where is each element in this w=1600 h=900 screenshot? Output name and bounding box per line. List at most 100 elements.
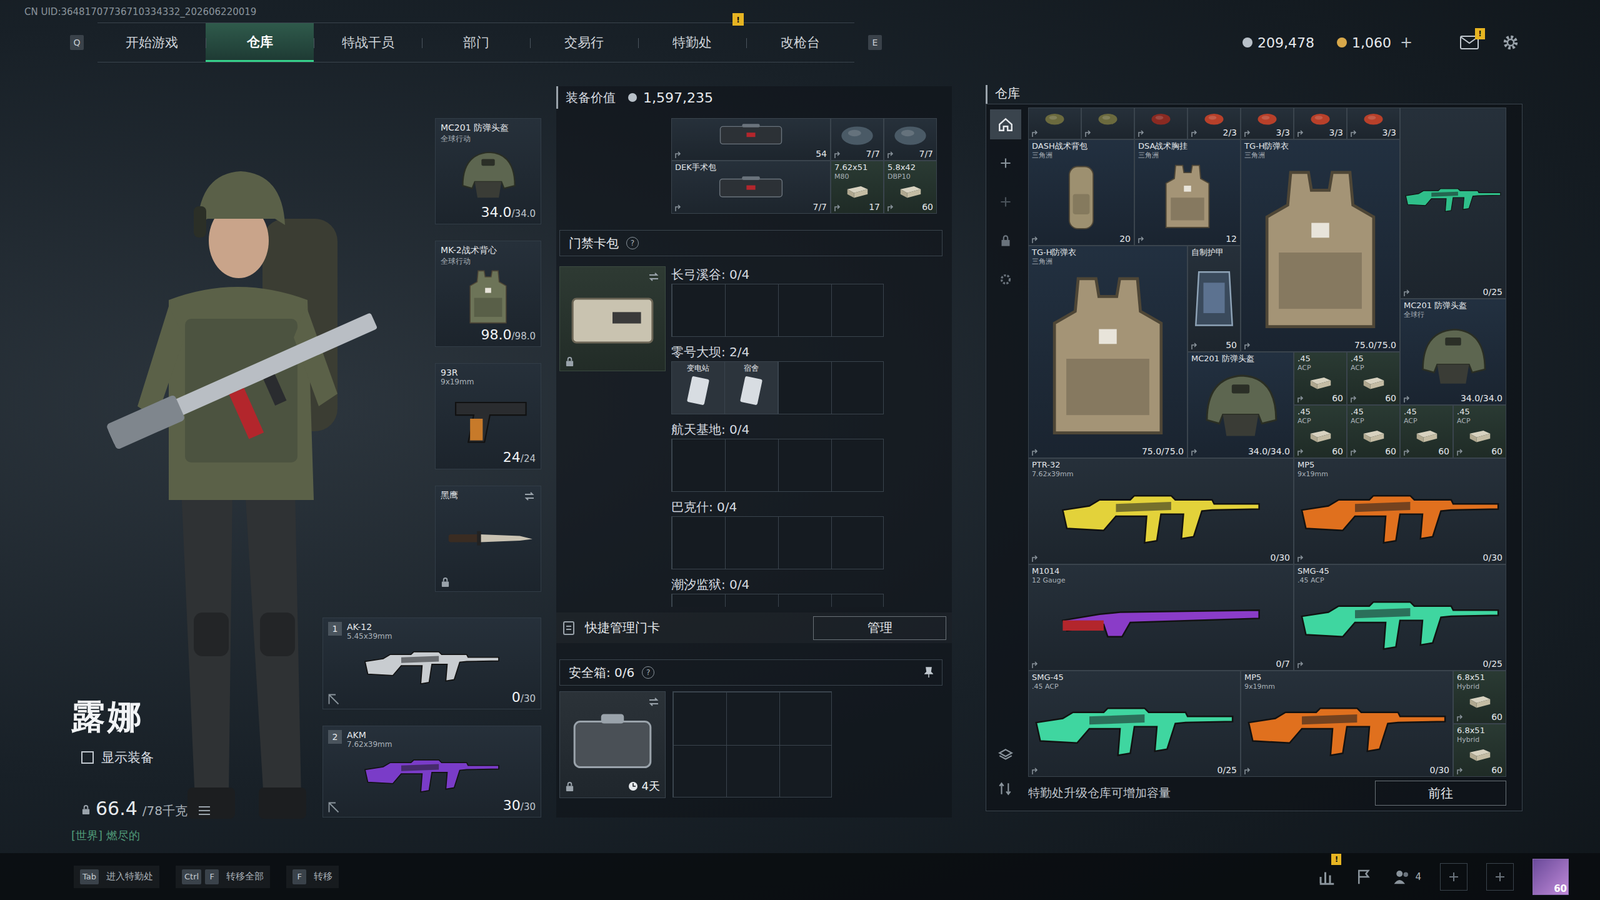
sort-icon[interactable] [997,780,1014,797]
manage-button[interactable]: 管理 [813,616,947,640]
warehouse-tab[interactable] [990,264,1022,295]
safebox[interactable]: 4天 [559,691,666,799]
hotkey[interactable]: CtrlF 转移全部 [175,865,270,889]
gear-slot[interactable]: MK-2战术背心 全球行动 98.0/98.0 [435,240,542,347]
inventory-item[interactable]: 7.62x51 M80 17 [830,160,884,214]
inventory-item[interactable]: DEK手术包 7/7 [671,160,831,214]
gear-icon[interactable] [1501,33,1520,52]
inventory-item[interactable]: MP5 9x19mm 0/30 [1293,458,1507,565]
inventory-item[interactable]: 7/7 [830,118,884,161]
upgrade-hint: 特勤处升级仓库可增加容量 [1028,785,1171,802]
friends-button[interactable]: 4 [1392,867,1422,887]
nav-tab[interactable]: 仓库 [205,23,314,62]
keycard-holder[interactable] [559,266,666,372]
inventory-item[interactable]: M1014 12 Gauge 0/7 [1028,564,1294,671]
inventory-item[interactable]: 5.8x42 DBP10 60 [883,160,937,214]
inventory-item[interactable]: SMG-45 .45 ACP 0/25 [1293,564,1507,671]
chart-icon [1317,867,1337,887]
inventory-item[interactable] [1134,107,1188,140]
warehouse-tab[interactable] [990,186,1022,217]
item-subtitle: ACP [1403,416,1450,425]
warehouse-tab[interactable] [990,148,1022,179]
nav-tab[interactable]: 部门 [421,23,530,62]
inventory-item[interactable]: .45 ACP 60 [1346,405,1400,459]
nav-tab[interactable]: 特战干员 [313,23,422,62]
nav-tab[interactable]: 改枪台 [746,23,855,62]
swap-icon[interactable] [647,695,660,709]
currency[interactable]: 1,060 + [1336,33,1413,52]
currency[interactable]: 209,478 [1242,35,1315,51]
warehouse-tab[interactable] [990,225,1022,256]
checkbox[interactable] [81,751,94,764]
show-gear-toggle[interactable]: 显示装备 [71,748,323,767]
top-bar: CN UID:36481707736710334332_202606220019… [0,0,1600,69]
inventory-item[interactable]: MC201 防弹头盔 全球行 34.0/34.0 [1400,298,1507,405]
inventory-item[interactable]: 6.8x51 Hybrid 60 [1453,670,1507,724]
plus-icon [1447,870,1460,884]
inventory-item[interactable]: .45 ACP 60 [1453,405,1507,459]
inventory-item[interactable]: PTR-32 7.62x39mm 0/30 [1028,458,1294,565]
warehouse-tab[interactable] [990,109,1022,140]
help-button[interactable]: ? [641,666,655,679]
inventory-item[interactable]: MC201 防弹头盔 34.0/34.0 [1187,351,1294,459]
mod-icon[interactable] [328,693,340,705]
inventory-item[interactable]: .45 ACP 60 [1293,351,1347,405]
weapon-slot[interactable]: 2 AKM 7.62x39mm 30/30 [322,725,542,818]
help-button[interactable]: ? [626,236,639,250]
pin-icon[interactable] [924,666,934,679]
invite-slot[interactable] [1486,863,1514,891]
swap-icon[interactable] [523,490,536,503]
inventory-item[interactable]: .45 ACP 60 [1293,405,1347,459]
chat-line[interactable]: [世界] 燃尽的 [71,828,323,844]
inventory-item[interactable]: DASH战术背包 三角洲 20 [1028,139,1135,246]
inventory-item[interactable]: 3/3 [1346,107,1400,140]
inventory-item[interactable]: DSA战术胸挂 三角洲 12 [1134,139,1241,246]
inventory-item[interactable]: 0/25 [1400,107,1507,299]
safebox-timer: 4天 [628,778,660,794]
weapon-slot[interactable]: 1 AK-12 5.45x39mm 0/30 [322,617,542,710]
gear-slot[interactable]: 93R 9x19mm 24/24 [435,363,542,470]
swap-icon[interactable] [647,270,660,284]
nav-tab[interactable]: 特勤处 ! [638,23,747,62]
gear-slot[interactable]: 黑鹰 [435,485,542,592]
transfer-icon [1138,236,1146,244]
nav-right-key[interactable]: E [868,35,882,50]
inventory-item[interactable]: TG-H防弹衣 三角洲 75.0/75.0 [1028,245,1188,459]
nav-tab[interactable]: 交易行 [530,23,639,62]
goto-button[interactable]: 前往 [1375,780,1507,806]
hotkey[interactable]: Tab 进入特勤处 [73,865,160,889]
inventory-item[interactable]: 6.8x51 Hybrid 60 [1453,723,1507,777]
inventory-item[interactable]: 3/3 [1293,107,1347,140]
layers-icon[interactable] [997,746,1014,764]
inventory-item[interactable]: TG-H防弹衣 三角洲 75.0/75.0 [1240,139,1400,352]
warehouse-sidebar [986,104,1025,811]
inventory-item[interactable]: 7/7 [883,118,937,161]
item-count: 12 [1225,233,1237,244]
flag-icon[interactable] [1355,867,1374,887]
keycard[interactable]: 变电站 [671,361,725,414]
keycard[interactable]: 宿舍 [725,361,779,414]
list-icon[interactable] [198,806,210,815]
mail-button[interactable]: ! [1460,35,1479,50]
mod-icon[interactable] [328,801,340,814]
inventory-item[interactable]: 3/3 [1240,107,1294,140]
player-avatar[interactable]: 60 [1532,858,1569,895]
inventory-item[interactable] [1081,107,1135,140]
inventory-item[interactable]: MP5 9x19mm 0/30 [1240,670,1454,777]
gear-slot[interactable]: MC201 防弹头盔 全球行动 34.0/34.0 [435,118,542,225]
inventory-item[interactable]: 54 [671,118,831,161]
inventory-item[interactable] [1028,107,1082,140]
hotkey[interactable]: F 转移 [286,865,339,889]
inventory-item[interactable]: .45 ACP 60 [1346,351,1400,405]
inventory-item[interactable]: 自制护甲 50 [1187,245,1241,352]
stats-button[interactable]: ! [1317,867,1337,887]
item-count: 0/25 [1483,658,1503,669]
inventory-item[interactable]: .45 ACP 60 [1400,405,1454,459]
invite-slot[interactable] [1440,863,1468,891]
inventory-item[interactable]: SMG-45 .45 ACP 0/25 [1028,670,1241,777]
inventory-item[interactable]: 2/3 [1187,107,1241,140]
nav-left-key[interactable]: Q [70,35,84,50]
add-currency-button[interactable]: + [1400,33,1413,52]
nav-tab[interactable]: 开始游戏 [97,23,206,62]
item-icon [1297,110,1344,127]
